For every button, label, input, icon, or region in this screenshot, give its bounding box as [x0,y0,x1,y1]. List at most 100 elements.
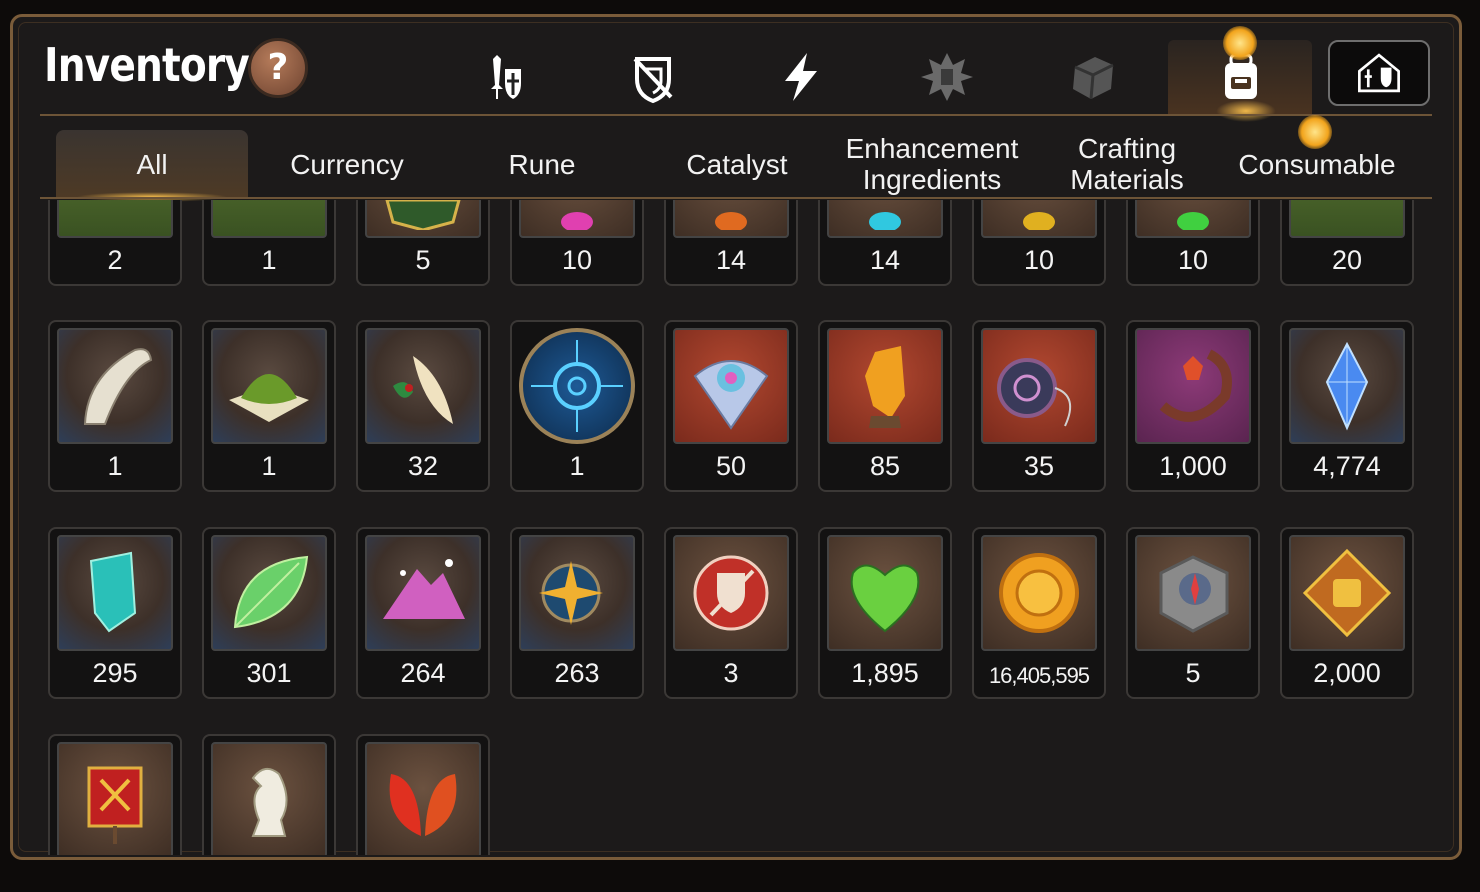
item-slot[interactable]: 50 [664,320,798,492]
fang-icon [83,348,153,425]
item-art [673,535,789,651]
item-art [365,328,481,444]
item-art [981,328,1097,444]
item-quantity: 1,895 [851,658,919,688]
item-slot[interactable]: 5 [1126,527,1260,699]
tabs-divider [40,197,1432,199]
item-art [211,328,327,444]
blue-seal-icon [531,340,623,432]
filter-tabs: All Currency Rune Catalyst Enhancement I… [56,130,1426,202]
item-slot[interactable]: 10 [1126,200,1260,286]
tab-crafting-materials[interactable]: Crafting Materials [1031,130,1223,198]
item-art [365,535,481,651]
item-slot[interactable]: 14 [664,200,798,286]
item-quantity: 1,000 [1159,451,1227,481]
item-art [981,535,1097,651]
item-slot[interactable]: 5 [356,200,490,286]
item-quantity: 85 [869,451,901,481]
item-art [57,742,173,855]
item-slot[interactable]: 1,000 [1126,320,1260,492]
item-quantity: 10 [561,245,593,275]
item-art [519,328,635,444]
pink-dust-icon [383,559,465,619]
item-art [673,200,789,238]
item-slot[interactable]: 295 [48,527,182,699]
item-slot[interactable]: 10 [510,200,644,286]
item-art [827,200,943,238]
item-slot[interactable]: 20 [1280,200,1414,286]
item-quantity: 14 [869,245,901,275]
item-slot[interactable]: 3 [664,527,798,699]
item-quantity: 50 [715,451,747,481]
item-art [57,200,173,238]
item-art [519,535,635,651]
item-quantity: 35 [1023,451,1055,481]
item-slot[interactable]: 2 [48,200,182,286]
item-quantity: 1 [261,245,277,275]
item-slot[interactable]: 16,405,595 [972,527,1106,699]
item-slot[interactable]: 1 [48,320,182,492]
item-slot[interactable] [48,734,182,855]
item-slot[interactable]: 10 [972,200,1106,286]
item-quantity: 3 [723,658,739,688]
item-quantity: 1 [107,451,123,481]
item-slot[interactable]: 32 [356,320,490,492]
item-slot[interactable]: 1 [202,200,336,286]
item-quantity: 16,405,595 [988,663,1090,688]
help-button[interactable]: ? [248,38,308,98]
item-quantity: 20 [1331,245,1363,275]
item-art [1289,200,1405,238]
flower-ring-icon [1159,349,1232,422]
item-slot[interactable]: 35 [972,320,1106,492]
lightning-icon[interactable] [766,42,836,112]
item-art [211,742,327,855]
tab-catalyst[interactable]: Catalyst [641,130,833,198]
item-slot[interactable] [202,734,336,855]
red-seal-icon [693,555,769,631]
herb-pile-icon [229,374,309,422]
item-quantity: 10 [1023,245,1055,275]
item-slot[interactable]: 4,774 [1280,320,1414,492]
item-art [981,200,1097,238]
pendant-icon [997,358,1072,427]
pink-rune-icon [561,212,593,230]
notification-dot [1298,115,1332,149]
guild-house-button[interactable] [1328,40,1430,106]
item-slot[interactable]: 1 [202,320,336,492]
tab-rune[interactable]: Rune [446,130,638,198]
item-slot[interactable]: 14 [818,200,952,286]
item-art [673,328,789,444]
green-heart-icon [850,564,920,633]
amber-crystal-icon [865,346,905,428]
stone-cube-icon[interactable] [1058,42,1128,112]
item-art [827,328,943,444]
tab-all[interactable]: All [56,130,248,202]
item-art [365,200,481,238]
war-banner-icon [87,766,143,844]
item-art [365,742,481,855]
star-amulet-icon [539,561,603,625]
item-slot[interactable] [356,734,490,855]
item-art [57,535,173,651]
sword-shield-icon[interactable] [470,42,540,112]
item-quantity: 2 [107,245,123,275]
item-art [1289,535,1405,651]
item-quantity: 32 [407,451,439,481]
item-slot[interactable]: 1 [510,320,644,492]
item-slot[interactable]: 2,000 [1280,527,1414,699]
item-slot[interactable]: 85 [818,320,952,492]
tab-enhancement-ingredients[interactable]: Enhancement Ingredients [836,130,1028,198]
blue-crystal-icon [1325,341,1369,431]
item-art [1289,328,1405,444]
broken-shield-icon[interactable] [618,42,688,112]
item-slot[interactable]: 301 [202,527,336,699]
item-slot[interactable]: 1,895 [818,527,952,699]
item-slot[interactable]: 264 [356,527,490,699]
item-quantity: 4,774 [1313,451,1381,481]
item-quantity: 1 [569,451,585,481]
beast-emblem-icon[interactable] [912,42,982,112]
item-art [211,200,327,238]
item-slot[interactable]: 263 [510,527,644,699]
tab-currency[interactable]: Currency [251,130,443,198]
yellow-rune-icon [1023,212,1055,230]
